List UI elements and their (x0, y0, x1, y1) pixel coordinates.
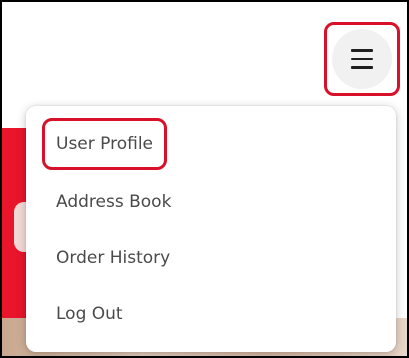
menu-item-address-book[interactable]: Address Book (42, 176, 185, 228)
account-dropdown-menu: User Profile Address Book Order History … (26, 106, 396, 352)
screenshot-frame: User Profile Address Book Order History … (0, 0, 409, 358)
menu-toggle-circle[interactable] (332, 29, 392, 89)
menu-toggle-button[interactable] (324, 22, 400, 96)
menu-item-order-history[interactable]: Order History (42, 232, 184, 284)
hamburger-icon (351, 49, 373, 69)
menu-item-log-out[interactable]: Log Out (42, 288, 137, 340)
menu-item-user-profile[interactable]: User Profile (42, 118, 168, 170)
